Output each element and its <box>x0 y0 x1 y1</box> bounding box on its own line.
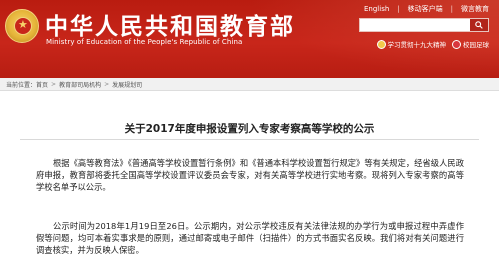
breadcrumb: 当前位置 ： 首页 > 教育部司局机构 > 发展规划司 <box>0 78 499 91</box>
feature-badges: 学习贯彻十九大精神 校园足球 <box>376 38 489 50</box>
site-header: ★ 中华人民共和国教育部 Ministry of Education of th… <box>0 0 499 78</box>
link-english[interactable]: English <box>364 5 389 13</box>
football-icon <box>452 39 461 49</box>
national-emblem-icon[interactable]: ★ <box>5 9 39 43</box>
breadcrumb-home[interactable]: 首页 <box>36 80 48 89</box>
link-mobile-client[interactable]: 移动客户端 <box>408 4 443 14</box>
breadcrumb-departments[interactable]: 教育部司局机构 <box>59 80 101 89</box>
divider: | <box>397 5 400 13</box>
breadcrumb-separator: > <box>51 80 57 88</box>
party-emblem-icon <box>376 39 386 49</box>
article-paragraph: 公示时间为2018年1月19日至26日。公示期内，对公示学校违反有关法律法规的办… <box>36 221 464 255</box>
badge-campus-football[interactable]: 校园足球 <box>463 39 489 49</box>
article-paragraph: 根据《高等教育法》《普通高等学校设置暂行条例》和《普通本科学校设置暂行规定》等有… <box>36 158 464 192</box>
search-icon <box>475 21 483 29</box>
star-icon: ★ <box>18 18 28 31</box>
top-links: English | 移动客户端 | 微言教育 <box>364 3 489 15</box>
breadcrumb-separator: > <box>104 80 110 88</box>
title-divider <box>20 139 479 140</box>
site-title[interactable]: 中华人民共和国教育部 <box>45 7 295 41</box>
link-weiyan-education[interactable]: 微言教育 <box>461 4 489 14</box>
badge-study-19th-congress[interactable]: 学习贯彻十九大精神 <box>388 39 447 49</box>
site-subtitle: Ministry of Education of the People's Re… <box>46 38 243 46</box>
breadcrumb-current-label: 当前位置 <box>6 81 31 89</box>
divider: | <box>450 5 453 13</box>
breadcrumb-planning-dept[interactable]: 发展规划司 <box>112 80 142 89</box>
article-title: 关于2017年度申报设置列入专家考察高等学校的公示 <box>124 123 375 135</box>
search-input[interactable] <box>359 18 489 32</box>
search-button[interactable] <box>470 19 488 31</box>
